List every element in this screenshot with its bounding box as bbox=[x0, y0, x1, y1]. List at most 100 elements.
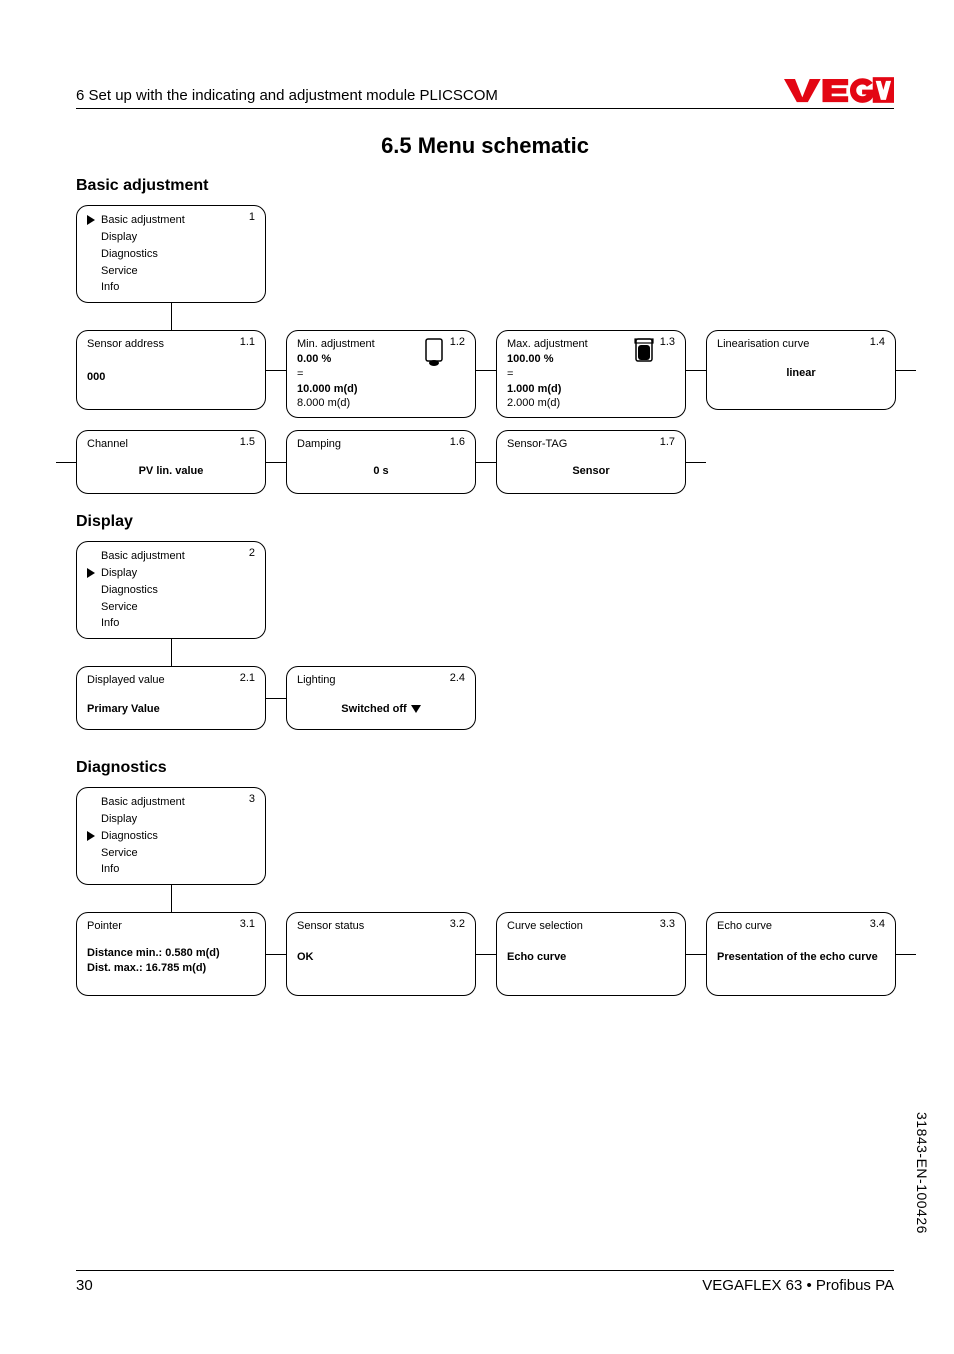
node-lighting: 2.4 Lighting Switched off bbox=[286, 666, 476, 730]
connector bbox=[171, 885, 172, 912]
node-value: OK bbox=[297, 950, 465, 965]
node-dist-bold: 1.000 m(d) bbox=[507, 382, 675, 397]
menu-item-service: Service bbox=[87, 599, 255, 616]
selection-arrow-icon bbox=[87, 215, 95, 225]
node-pointer: 3.1 Pointer Distance min.: 0.580 m(d) Di… bbox=[76, 912, 266, 996]
node-title: Lighting bbox=[297, 673, 465, 688]
node-title: Displayed value bbox=[87, 673, 255, 688]
menu-item-basic: Basic adjustment bbox=[87, 548, 255, 565]
node-number: 2.4 bbox=[450, 671, 465, 686]
menu-item-display: Display bbox=[87, 229, 255, 246]
selection-arrow-icon bbox=[87, 831, 95, 841]
vega-logo-icon bbox=[784, 76, 894, 104]
dropdown-arrow-icon bbox=[411, 705, 421, 713]
menu-item-service: Service bbox=[87, 845, 255, 862]
node-min-adjustment: 1.2 Min. adjustment 0.00 % = 10.000 m(d)… bbox=[286, 330, 476, 418]
node-value: 000 bbox=[87, 370, 255, 385]
connector bbox=[896, 954, 916, 955]
node-number: 1.3 bbox=[660, 335, 675, 350]
node-linearisation: 1.4 Linearisation curve linear bbox=[706, 330, 896, 410]
node-value: Sensor bbox=[507, 464, 675, 479]
node-dist: 8.000 m(d) bbox=[297, 396, 465, 411]
node-title: Linearisation curve bbox=[717, 337, 885, 352]
node-title: Sensor address bbox=[87, 337, 255, 352]
connector bbox=[56, 462, 76, 463]
menu-item-basic: Basic adjustment bbox=[101, 214, 185, 226]
connector bbox=[266, 698, 286, 699]
node-line2: Dist. max.: 16.785 m(d) bbox=[87, 961, 255, 976]
connector bbox=[266, 370, 286, 371]
node-curve-selection: 3.3 Curve selection Echo curve bbox=[496, 912, 686, 996]
menu-root-display: 2 Basic adjustment Display Diagnostics S… bbox=[76, 541, 266, 639]
node-value: Echo curve bbox=[507, 950, 675, 965]
menu-item-basic: Basic adjustment bbox=[87, 794, 255, 811]
node-value: Presentation of the echo curve bbox=[717, 950, 885, 965]
node-dist-bold: 10.000 m(d) bbox=[297, 382, 465, 397]
menu-item-display: Display bbox=[87, 811, 255, 828]
subhead-diagnostics: Diagnostics bbox=[76, 759, 894, 777]
node-number: 3.1 bbox=[240, 917, 255, 932]
node-number: 3.4 bbox=[870, 917, 885, 932]
node-title: Damping bbox=[297, 437, 465, 452]
tank-empty-icon bbox=[423, 337, 445, 372]
tank-full-icon bbox=[633, 337, 655, 372]
menu-item-info: Info bbox=[87, 861, 255, 878]
footer-doc: VEGAFLEX 63 • Profibus PA bbox=[702, 1277, 894, 1294]
node-value: Primary Value bbox=[87, 702, 255, 717]
node-sensor-tag: 1.7 Sensor-TAG Sensor bbox=[496, 430, 686, 494]
page-chapter: 6 Set up with the indicating and adjustm… bbox=[76, 87, 498, 104]
node-number: 3.3 bbox=[660, 917, 675, 932]
node-number: 1.1 bbox=[240, 335, 255, 350]
document-code: 31843-EN-100426 bbox=[914, 1112, 930, 1234]
menu-item-display: Display bbox=[101, 567, 137, 579]
connector bbox=[476, 954, 496, 955]
node-title: Echo curve bbox=[717, 919, 885, 934]
menu-item-diagnostics: Diagnostics bbox=[87, 246, 255, 263]
subhead-display: Display bbox=[76, 513, 894, 531]
node-sensor-status: 3.2 Sensor status OK bbox=[286, 912, 476, 996]
menu-root-basic: 1 Basic adjustment Display Diagnostics S… bbox=[76, 205, 266, 303]
node-title: Sensor status bbox=[297, 919, 465, 934]
node-value: PV lin. value bbox=[87, 464, 255, 479]
connector bbox=[476, 370, 496, 371]
node-number: 1.2 bbox=[450, 335, 465, 350]
node-displayed-value: 2.1 Displayed value Primary Value bbox=[76, 666, 266, 730]
subhead-basic: Basic adjustment bbox=[76, 177, 894, 195]
menu-item-info: Info bbox=[87, 279, 255, 296]
node-number: 1.6 bbox=[450, 435, 465, 450]
node-echo-curve: 3.4 Echo curve Presentation of the echo … bbox=[706, 912, 896, 996]
connector bbox=[686, 462, 706, 463]
connector bbox=[476, 462, 496, 463]
connector bbox=[171, 303, 172, 330]
connector bbox=[266, 954, 286, 955]
node-value: 0 s bbox=[297, 464, 465, 479]
node-number: 1.5 bbox=[240, 435, 255, 450]
connector bbox=[686, 954, 706, 955]
page-number: 30 bbox=[76, 1277, 93, 1294]
connector bbox=[171, 639, 172, 666]
node-value: linear bbox=[717, 366, 885, 381]
node-number: 2 bbox=[249, 546, 255, 561]
connector bbox=[896, 370, 916, 371]
menu-item-diagnostics: Diagnostics bbox=[87, 582, 255, 599]
node-title: Curve selection bbox=[507, 919, 675, 934]
node-number: 1 bbox=[249, 210, 255, 225]
node-value: Switched off bbox=[341, 703, 406, 715]
menu-item-service: Service bbox=[87, 263, 255, 280]
section-title: 6.5 Menu schematic bbox=[76, 133, 894, 159]
node-number: 3 bbox=[249, 792, 255, 807]
connector bbox=[686, 370, 706, 371]
node-number: 3.2 bbox=[450, 917, 465, 932]
node-title: Channel bbox=[87, 437, 255, 452]
node-dist: 2.000 m(d) bbox=[507, 396, 675, 411]
node-title: Pointer bbox=[87, 919, 255, 934]
node-number: 2.1 bbox=[240, 671, 255, 686]
selection-arrow-icon bbox=[87, 568, 95, 578]
menu-item-info: Info bbox=[87, 615, 255, 632]
menu-item-diagnostics: Diagnostics bbox=[101, 830, 158, 842]
node-max-adjustment: 1.3 Max. adjustment 100.00 % = 1.000 m(d… bbox=[496, 330, 686, 418]
node-number: 1.7 bbox=[660, 435, 675, 450]
connector bbox=[266, 462, 286, 463]
node-line1: Distance min.: 0.580 m(d) bbox=[87, 946, 255, 961]
node-number: 1.4 bbox=[870, 335, 885, 350]
